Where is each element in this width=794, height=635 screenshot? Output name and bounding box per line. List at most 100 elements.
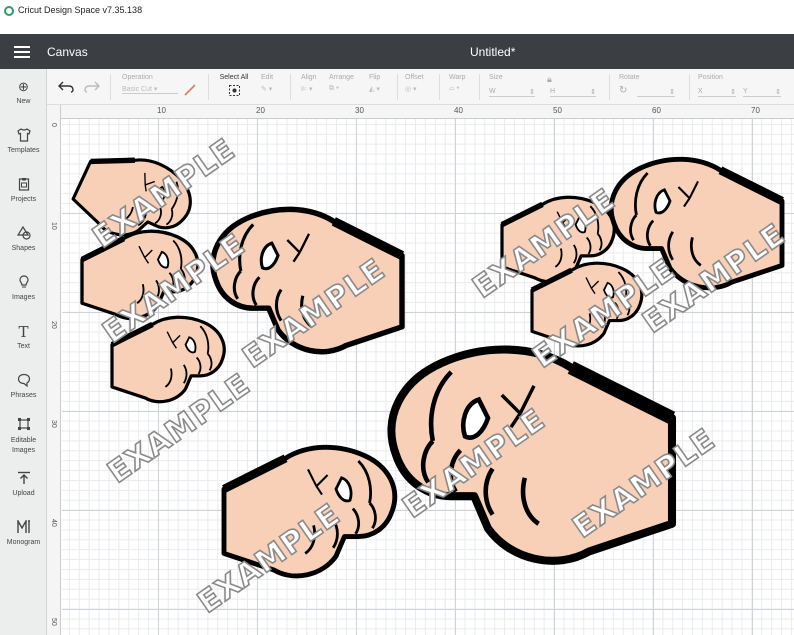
position-label: Position [698, 74, 723, 81]
warp-control[interactable]: Warp ⌓ ▾ [449, 74, 465, 93]
sidebar-item-label: Templates [7, 147, 40, 154]
operation-control[interactable]: Operation Basic Cut ▾ [122, 74, 178, 94]
monogram-icon [16, 518, 32, 536]
offset-label: Offset [405, 74, 424, 81]
app-header: Canvas Untitled* [0, 34, 794, 69]
sidebar-item-new[interactable]: ⊕ New [0, 79, 47, 105]
sidebar-item-label: Shapes [11, 245, 36, 252]
hamburger-menu-icon[interactable] [14, 46, 30, 58]
sidebar-item-monogram[interactable]: Monogram [0, 518, 47, 546]
ruler-tick-label: 60 [652, 106, 661, 115]
arrange-control[interactable]: Arrange ⧉ ▾ [329, 74, 354, 93]
clipboard-icon [16, 177, 32, 193]
y-field[interactable]: Y ⇕ [743, 88, 781, 97]
document-title[interactable]: Untitled* [470, 45, 515, 59]
ruler-tick-label: 50 [50, 618, 57, 626]
edit-toolbar: Operation Basic Cut ▾ Select All Edit ✎ … [47, 69, 794, 105]
sidebar-item-projects[interactable]: Projects [0, 177, 47, 203]
edit-icon: ✎ ▾ [261, 86, 273, 93]
ruler-tick-label: 10 [50, 222, 57, 230]
section-label: Canvas [47, 45, 88, 59]
ruler-tick-label: 30 [50, 420, 57, 428]
upload-icon [16, 471, 32, 487]
height-field[interactable]: H ⇕ [550, 88, 596, 97]
size-label: Size [489, 74, 503, 81]
flip-icon: ◭ ▾ [369, 86, 380, 93]
ruler-tick-label: 10 [157, 106, 166, 115]
sidebar-item-editable-images[interactable]: Editable Images [0, 417, 47, 456]
toolbar-separator [479, 74, 480, 100]
shirt-icon [16, 128, 32, 144]
warp-icon: ⌓ ▾ [449, 85, 460, 92]
pen-color-icon[interactable] [184, 83, 196, 101]
left-sidebar: ⊕ New Templates Projects Shapes Images T… [0, 69, 47, 635]
sidebar-item-label: Editable Images [10, 437, 37, 454]
sidebar-item-phrases[interactable]: Phrases [0, 373, 47, 399]
sidebar-item-images[interactable]: Images [0, 275, 47, 301]
toolbar-separator [397, 74, 398, 100]
horizontal-ruler: 10 20 30 40 50 60 70 [61, 105, 794, 119]
window-titlebar: Cricut Design Space v7.35.138 [0, 0, 794, 34]
toolbar-separator [439, 74, 440, 100]
size-control: Size [489, 74, 503, 81]
sidebar-item-label: Text [17, 343, 30, 350]
ruler-tick-label: 40 [454, 106, 463, 115]
flip-control[interactable]: Flip ◭ ▾ [369, 74, 380, 93]
select-all-icon [217, 84, 251, 99]
x-label: X [698, 88, 703, 95]
sidebar-item-label: Images [12, 294, 35, 301]
sidebar-item-templates[interactable]: Templates [0, 128, 47, 154]
offset-icon: ◎ ▾ [405, 86, 417, 93]
align-label: Align [301, 74, 317, 81]
redo-button[interactable] [84, 80, 100, 98]
ruler-tick-label: 20 [256, 106, 265, 115]
ruler-tick-label: 50 [553, 106, 562, 115]
select-all-label: Select All [219, 74, 249, 81]
flip-label: Flip [369, 74, 381, 81]
x-field[interactable]: X ⇕ [698, 88, 736, 97]
warp-label: Warp [449, 74, 466, 81]
cricut-logo-icon [4, 6, 14, 16]
width-label: W [489, 88, 496, 95]
operation-label: Operation [122, 74, 153, 81]
rotate-field[interactable]: ⇕ [637, 88, 675, 97]
edit-control[interactable]: Edit ✎ ▾ [261, 74, 273, 93]
ruler-tick-label: 40 [50, 519, 57, 527]
arrange-icon: ⧉ ▾ [329, 85, 339, 92]
rotate-label: Rotate [619, 74, 640, 81]
ruler-tick-label: 30 [355, 106, 364, 115]
ruler-tick-label: 20 [50, 321, 57, 329]
toolbar-separator [609, 74, 610, 100]
arrange-label: Arrange [329, 74, 354, 81]
toolbar-separator [290, 74, 291, 100]
ruler-tick-label: 0 [50, 123, 57, 127]
toolbar-separator [208, 74, 209, 100]
sidebar-item-label: Projects [10, 196, 37, 203]
lock-icon[interactable]: 🔒︎ [547, 74, 552, 85]
undo-button[interactable] [58, 80, 74, 98]
width-field[interactable]: W ⇕ [489, 88, 535, 97]
sidebar-item-label: New [16, 98, 31, 105]
canvas-artwork[interactable]: EXAMPLE EXAMPLE EXAMPLE EXAMPLE EXAMPLE … [62, 119, 794, 635]
position-control: Position [698, 74, 723, 81]
lightbulb-icon [16, 275, 32, 291]
fist-image[interactable] [391, 350, 672, 561]
operation-select[interactable]: Basic Cut ▾ [122, 85, 178, 94]
speech-bubble-icon [16, 373, 32, 389]
sidebar-item-shapes[interactable]: Shapes [0, 225, 47, 252]
offset-control[interactable]: Offset ◎ ▾ [405, 74, 424, 93]
sidebar-item-label: Monogram [6, 539, 41, 546]
y-label: Y [743, 88, 748, 95]
height-label: H [550, 88, 556, 95]
sidebar-item-upload[interactable]: Upload [0, 471, 47, 497]
sidebar-item-text[interactable]: T Text [0, 324, 47, 350]
editable-image-icon [16, 417, 32, 433]
toolbar-separator [110, 74, 111, 100]
align-control[interactable]: Align ⊫ ▾ [301, 74, 317, 93]
edit-label: Edit [261, 74, 274, 81]
select-all-button[interactable]: Select All [217, 74, 251, 99]
ruler-tick-label: 70 [751, 106, 760, 115]
plus-circle-icon: ⊕ [18, 79, 29, 94]
shapes-icon [16, 225, 32, 242]
text-icon: T [18, 323, 29, 341]
